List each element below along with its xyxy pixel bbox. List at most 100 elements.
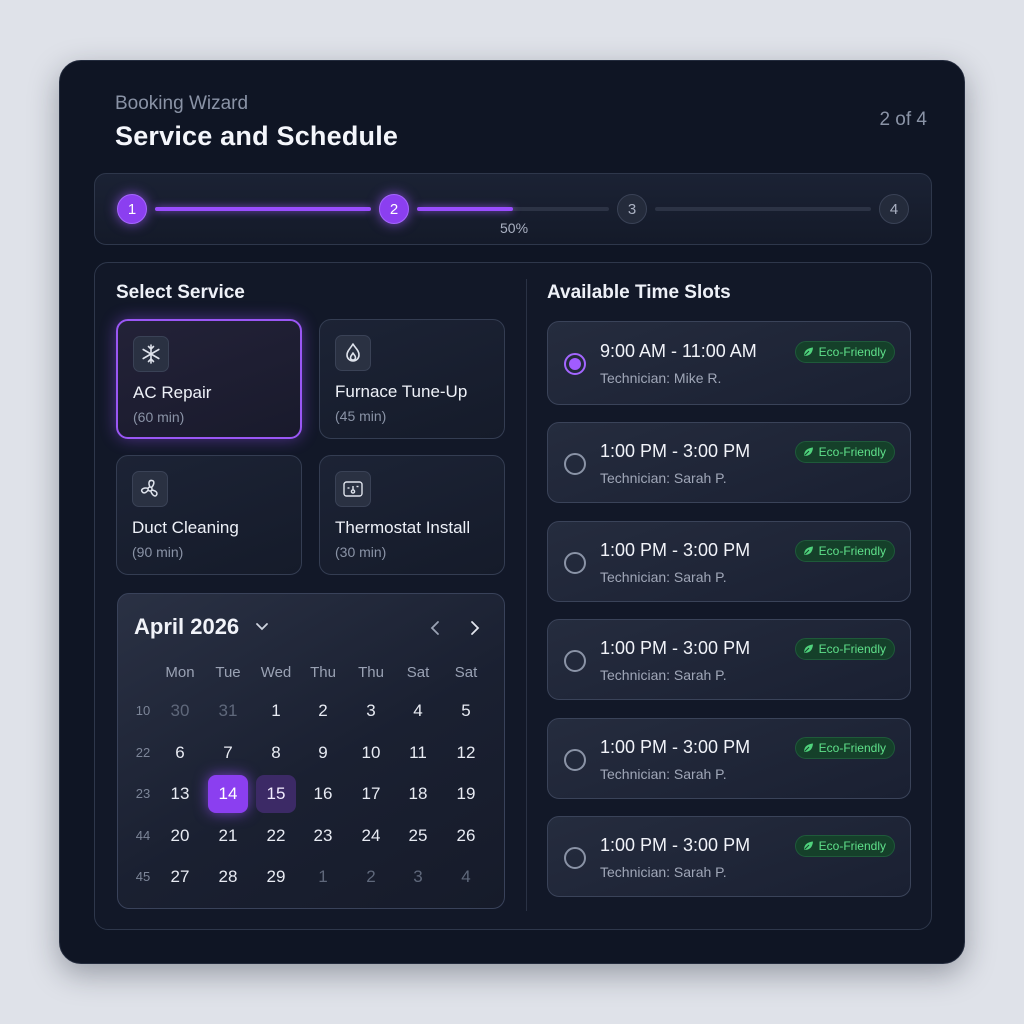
booking-wizard-window: Booking Wizard Service and Schedule 2 of… — [59, 60, 965, 964]
calendar-day[interactable]: 5 — [446, 692, 486, 730]
service-card-ac-repair[interactable]: AC Repair (60 min) — [116, 319, 302, 439]
calendar-day[interactable]: 17 — [351, 775, 391, 813]
time-slot-card[interactable]: 1:00 PM - 3:00 PM Technician: Sarah P. Eco… — [547, 521, 911, 602]
time-slot-card[interactable]: 1:00 PM - 3:00 PM Technician: Sarah P. Eco… — [547, 422, 911, 503]
calendar-day[interactable]: 29 — [256, 858, 296, 896]
select-service-heading: Select Service — [116, 282, 245, 303]
slot-time: 1:00 PM - 3:00 PM — [600, 440, 751, 461]
service-name: AC Repair — [133, 383, 212, 402]
leaf-icon — [803, 841, 813, 850]
slot-radio[interactable] — [564, 452, 586, 475]
slot-radio[interactable] — [564, 846, 586, 869]
week-number: 22 — [135, 744, 151, 760]
chevron-left-icon[interactable] — [426, 618, 446, 638]
calendar-day[interactable]: 1 — [256, 692, 296, 730]
slot-radio[interactable] — [564, 748, 586, 771]
progress-track-2 — [417, 207, 609, 211]
calendar-day[interactable]: 27 — [160, 858, 200, 896]
progress-fill-1 — [155, 207, 371, 211]
calendar-day[interactable]: 20 — [160, 817, 200, 855]
column-divider — [526, 279, 527, 911]
week-number: 10 — [135, 703, 151, 718]
service-duration: (90 min) — [132, 544, 184, 560]
page-title: Service and Schedule — [115, 121, 399, 151]
calendar-day[interactable]: 26 — [446, 817, 486, 855]
calendar-day[interactable]: 28 — [208, 858, 248, 896]
time-slot-card[interactable]: 1:00 PM - 3:00 PM Technician: Sarah P. Eco… — [547, 718, 911, 799]
calendar-day[interactable]: 9 — [303, 734, 343, 772]
weekday-header: Tue — [215, 664, 241, 681]
weekday-header: Sat — [406, 664, 430, 681]
week-number: 23 — [135, 786, 151, 801]
leaf-icon — [803, 546, 813, 555]
service-card-duct-cleaning[interactable]: Duct Cleaning (90 min) — [116, 455, 302, 575]
calendar-day[interactable]: 1 — [303, 858, 343, 896]
calendar-day[interactable]: 30 — [160, 692, 200, 730]
slot-time: 9:00 AM - 11:00 AM — [600, 341, 757, 361]
calendar-day[interactable]: 16 — [303, 775, 343, 813]
calendar-day[interactable]: 22 — [256, 817, 296, 855]
calendar-day[interactable]: 3 — [398, 858, 438, 896]
calendar-day[interactable]: 2 — [303, 692, 343, 730]
time-slot-card[interactable]: 1:00 PM - 3:00 PM Technician: Sarah P. Eco… — [547, 619, 911, 700]
service-card-furnace-tune-up[interactable]: Furnace Tune-Up (45 min) — [319, 319, 505, 439]
chevron-down-icon[interactable] — [254, 618, 270, 634]
leaf-icon — [803, 447, 813, 456]
badge-label: Eco-Friendly — [818, 641, 886, 656]
calendar-day[interactable]: 13 — [160, 775, 200, 813]
slot-technician: Technician: Sarah P. — [600, 568, 727, 585]
chevron-right-icon[interactable] — [464, 618, 484, 638]
step-1[interactable]: 1 — [117, 194, 147, 224]
wizard-progress: 1 2 3 4 50% — [94, 173, 932, 245]
service-name: Furnace Tune-Up — [335, 382, 468, 401]
step-4[interactable]: 4 — [879, 194, 909, 224]
calendar-day[interactable]: 18 — [398, 775, 438, 813]
service-duration: (60 min) — [133, 409, 185, 425]
step-2[interactable]: 2 — [379, 194, 409, 224]
calendar-day[interactable]: 3 — [351, 692, 391, 730]
calendar-day[interactable]: 14 — [208, 775, 248, 813]
calendar-day[interactable]: 6 — [160, 734, 200, 772]
time-slots-heading: Available Time Slots — [547, 282, 731, 303]
slot-time: 1:00 PM - 3:00 PM — [600, 539, 751, 560]
service-duration: (45 min) — [335, 408, 387, 424]
eco-friendly-badge: Eco-Friendly — [794, 440, 895, 463]
slot-radio[interactable] — [564, 649, 586, 672]
eco-friendly-badge: Eco-Friendly — [794, 736, 895, 759]
calendar-day[interactable]: 31 — [208, 692, 248, 730]
calendar-day[interactable]: 8 — [256, 734, 296, 772]
calendar-day[interactable]: 21 — [208, 817, 248, 855]
slot-radio[interactable] — [564, 353, 586, 375]
calendar-month-label[interactable]: April 2026 — [134, 614, 239, 640]
badge-label: Eco-Friendly — [818, 345, 886, 359]
calendar-day[interactable]: 23 — [303, 817, 343, 855]
weekday-header: Sat — [454, 664, 478, 681]
slot-technician: Technician: Sarah P. — [600, 765, 727, 782]
slot-technician: Technician: Sarah P. — [600, 666, 727, 683]
calendar-day[interactable]: 10 — [351, 734, 391, 772]
calendar-day[interactable]: 11 — [398, 734, 438, 772]
calendar-day[interactable]: 4 — [446, 858, 486, 896]
calendar-day[interactable]: 25 — [398, 817, 438, 855]
wizard-subtitle: Booking Wizard — [115, 93, 249, 114]
leaf-icon — [803, 743, 813, 752]
service-card-thermostat-install[interactable]: Thermostat Install (30 min) — [319, 455, 505, 575]
badge-label: Eco-Friendly — [818, 838, 886, 853]
slot-time: 1:00 PM - 3:00 PM — [600, 637, 751, 658]
slot-radio[interactable] — [564, 551, 586, 574]
calendar-day[interactable]: 24 — [351, 817, 391, 855]
leaf-icon — [803, 347, 813, 356]
weekday-header: Thu — [358, 664, 384, 681]
calendar-day[interactable]: 7 — [208, 734, 248, 772]
calendar-day[interactable]: 12 — [446, 734, 486, 772]
time-slot-card[interactable]: 9:00 AM - 11:00 AM Technician: Mike R. Eco… — [547, 321, 911, 405]
slot-technician: Technician: Sarah P. — [600, 469, 727, 486]
flame-icon — [335, 335, 371, 371]
service-name: Thermostat Install — [335, 518, 471, 537]
step-3[interactable]: 3 — [617, 194, 647, 224]
calendar-day[interactable]: 2 — [351, 858, 391, 896]
calendar-day[interactable]: 15 — [256, 775, 296, 813]
time-slot-card[interactable]: 1:00 PM - 3:00 PM Technician: Sarah P. Eco… — [547, 816, 911, 897]
calendar-day[interactable]: 4 — [398, 692, 438, 730]
calendar-day[interactable]: 19 — [446, 775, 486, 813]
